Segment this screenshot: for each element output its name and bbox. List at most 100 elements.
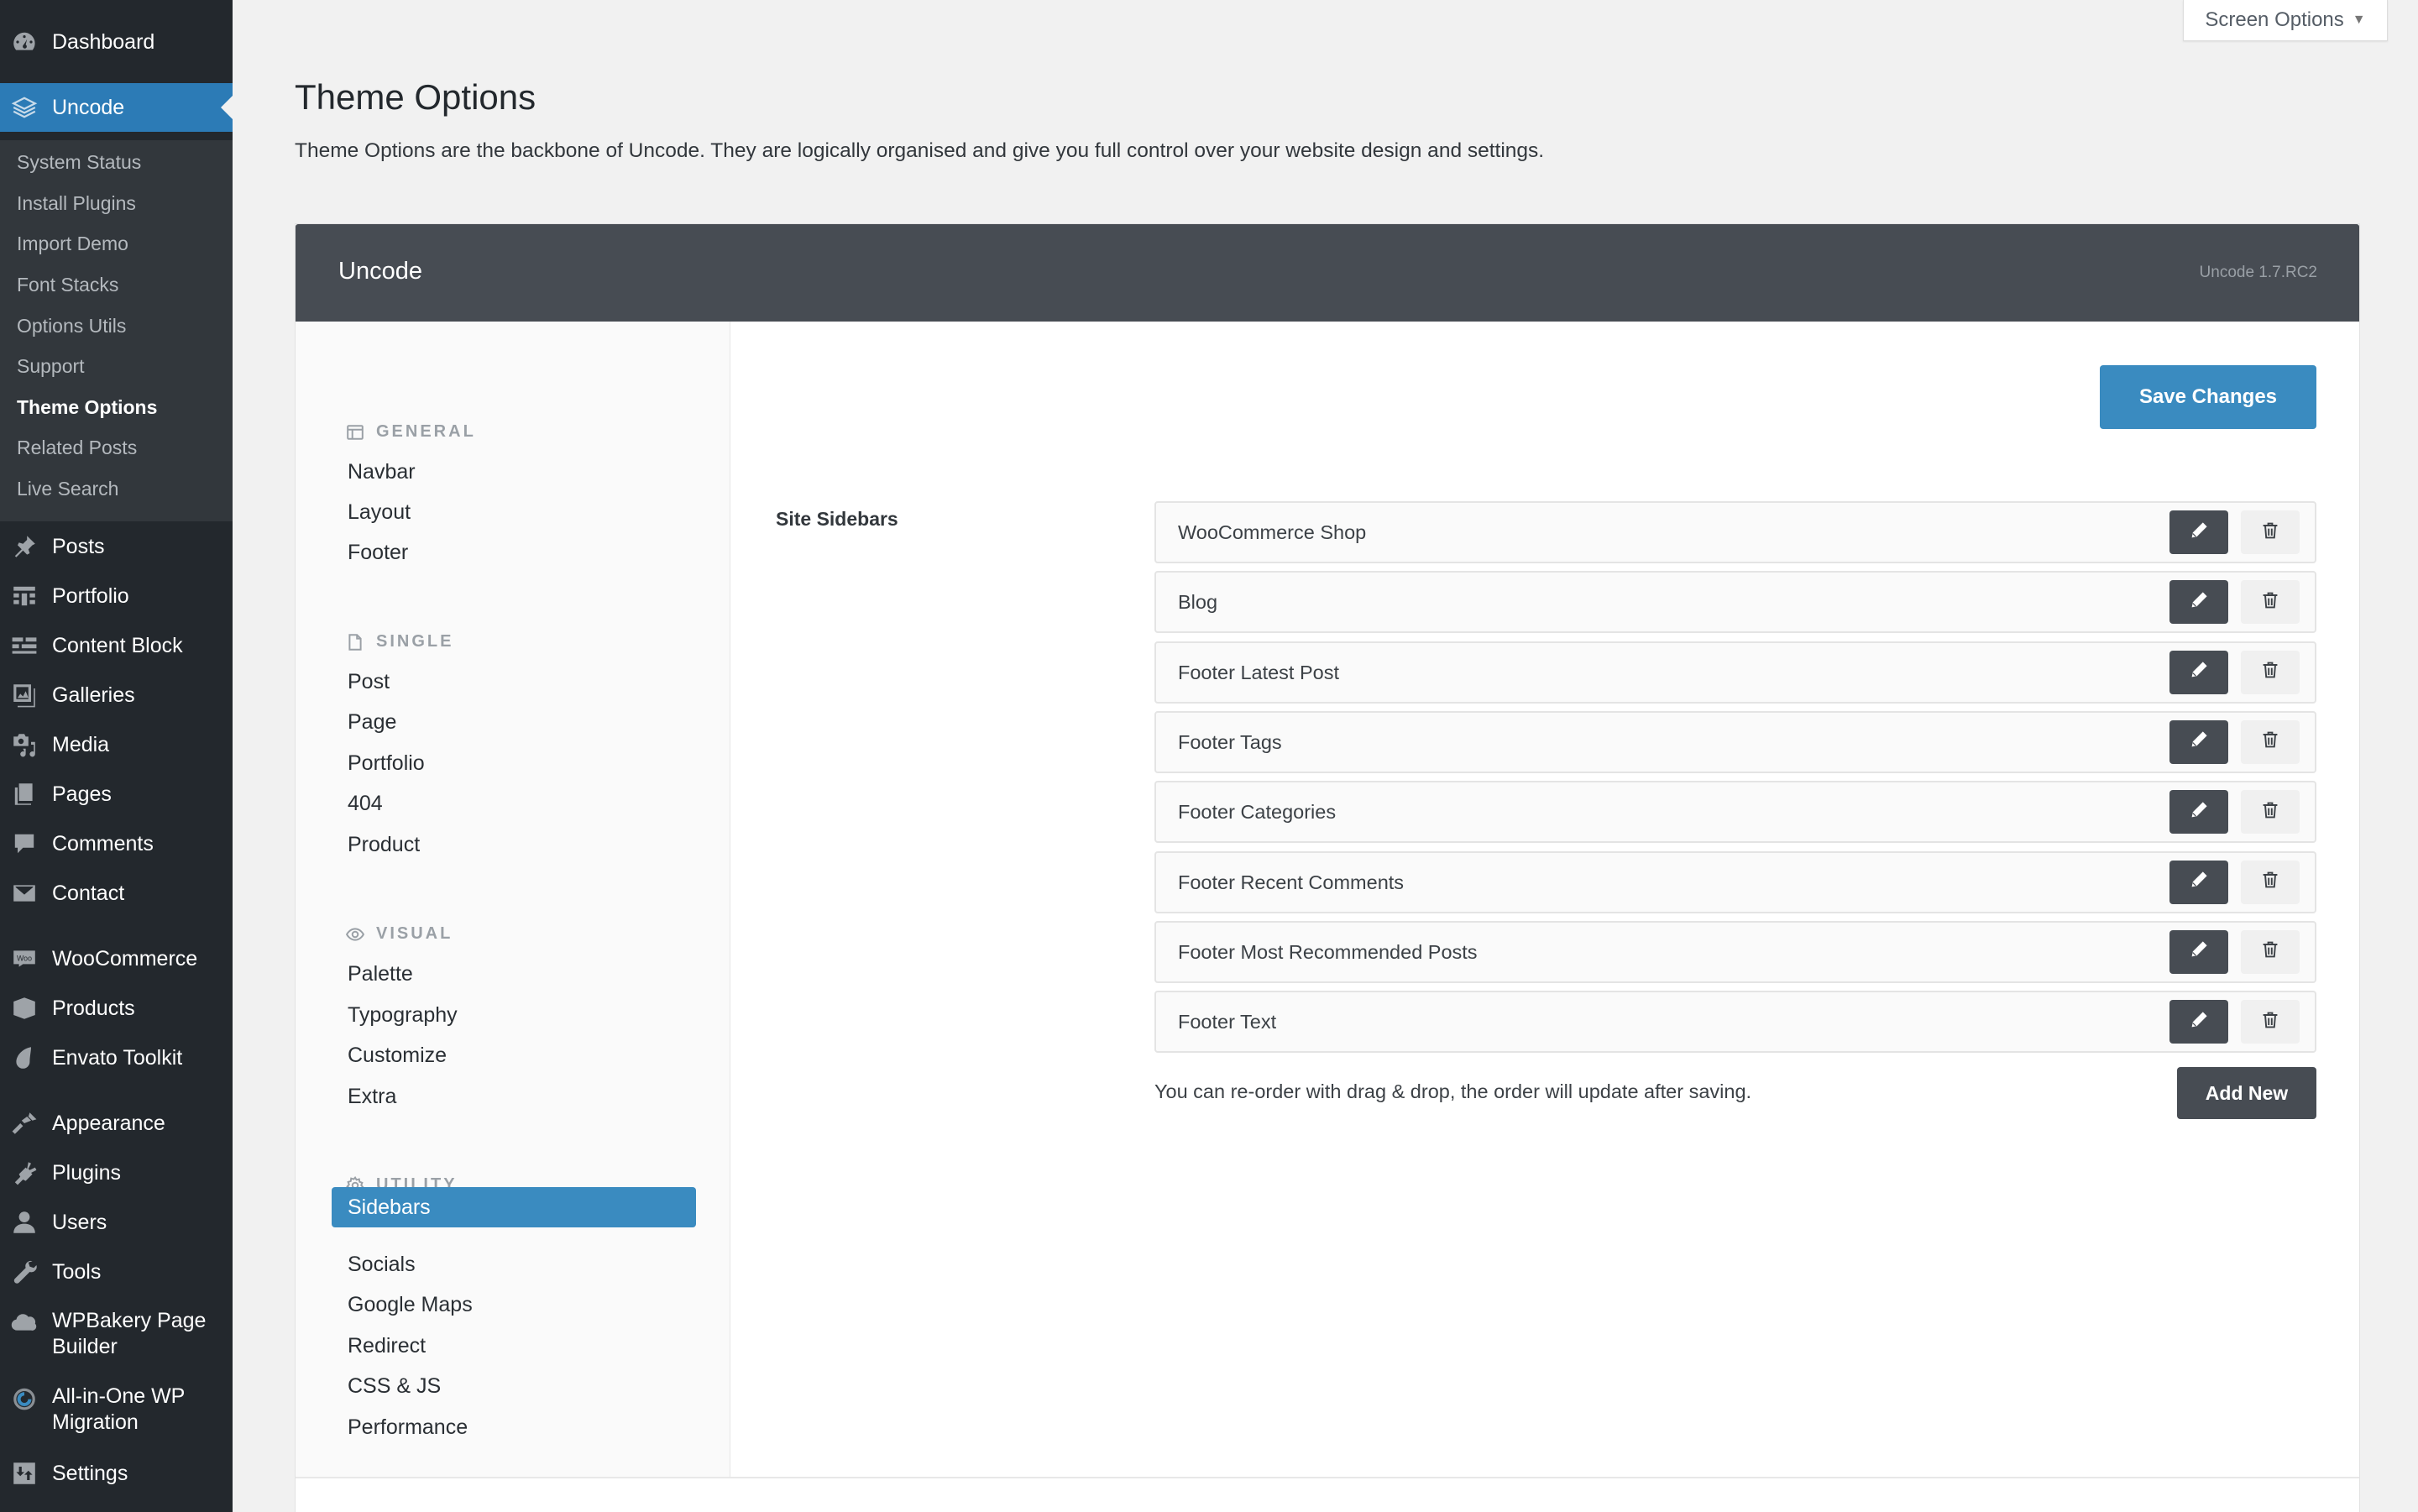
sidebar-row[interactable]: Footer Recent Comments — [1154, 850, 2316, 913]
nav-link-customize[interactable]: Customize — [348, 1044, 447, 1068]
menu-item-media[interactable]: Media — [0, 730, 233, 759]
nav-heading-label: GENERAL — [376, 422, 476, 441]
menu-item-content-block[interactable]: Content Block — [0, 631, 233, 660]
delete-sidebar-button[interactable] — [2241, 719, 2300, 764]
nav-link-socials[interactable]: Socials — [348, 1253, 416, 1277]
delete-sidebar-button[interactable] — [2241, 860, 2300, 904]
nav-link-performance[interactable]: Performance — [348, 1415, 468, 1440]
add-new-button[interactable]: Add New — [2177, 1067, 2316, 1119]
sidebar-row[interactable]: Footer Most Recommended Posts — [1154, 920, 2316, 983]
submenu-item[interactable]: Live Search — [17, 478, 118, 500]
delete-sidebar-button[interactable] — [2241, 580, 2300, 625]
menu-item-portfolio[interactable]: Portfolio — [0, 582, 233, 610]
screen-options-button[interactable]: Screen Options ▼ — [2183, 0, 2388, 41]
nav-link-layout[interactable]: Layout — [348, 500, 411, 525]
edit-sidebar-button[interactable] — [2169, 1000, 2228, 1044]
panel-header: Uncode Uncode 1.7.RC2 — [296, 224, 2359, 322]
menu-item-all-in-one-migration[interactable]: All-in-One WP Migration — [0, 1384, 233, 1436]
menu-label: Pages — [52, 782, 112, 806]
sidebar-name: Footer Text — [1178, 1011, 1277, 1033]
nav-link-google-maps[interactable]: Google Maps — [348, 1293, 473, 1317]
menu-item-posts[interactable]: Posts — [0, 532, 233, 561]
sidebar-row[interactable]: Footer Categories — [1154, 781, 2316, 844]
submenu-item[interactable]: Install Plugins — [17, 192, 136, 215]
edit-sidebar-button[interactable] — [2169, 790, 2228, 834]
woo-icon: Woo — [10, 944, 39, 973]
sidebar-row[interactable]: Blog — [1154, 571, 2316, 634]
edit-sidebar-button[interactable] — [2169, 929, 2228, 974]
menu-label: All-in-One WP Migration — [52, 1384, 185, 1434]
trash-svg — [2263, 732, 2278, 748]
menu-item-envato-toolkit[interactable]: Envato Toolkit — [0, 1044, 233, 1072]
menu-item-appearance[interactable]: Appearance — [0, 1109, 233, 1138]
nav-link-redirect[interactable]: Redirect — [348, 1334, 426, 1358]
delete-sidebar-button[interactable] — [2241, 790, 2300, 834]
sidebar-row[interactable]: Footer Tags — [1154, 710, 2316, 773]
delete-sidebar-button[interactable] — [2241, 929, 2300, 974]
pencil-svg — [2191, 521, 2207, 537]
delete-sidebar-button[interactable] — [2241, 1000, 2300, 1044]
nav-link-portfolio[interactable]: Portfolio — [348, 751, 425, 776]
nav-link-product[interactable]: Product — [348, 833, 420, 857]
nav-link-typography[interactable]: Typography — [348, 1003, 458, 1028]
nav-link-post[interactable]: Post — [348, 670, 390, 694]
sidebar-row[interactable]: Footer Text — [1154, 991, 2316, 1054]
submenu-item[interactable]: Font Stacks — [17, 274, 118, 296]
sidebar-name: Footer Categories — [1178, 801, 1337, 824]
submenu-item[interactable]: System Status — [17, 151, 141, 174]
box-icon — [10, 994, 39, 1023]
sidebar-row[interactable]: WooCommerce Shop — [1154, 501, 2316, 563]
edit-sidebar-button[interactable] — [2169, 650, 2228, 694]
cloud-icon — [10, 1308, 39, 1337]
delete-sidebar-button[interactable] — [2241, 510, 2300, 554]
nav-link-css-js[interactable]: CSS & JS — [348, 1374, 441, 1399]
submenu-item[interactable]: Options Utils — [17, 315, 126, 337]
pencil-svg — [2191, 662, 2207, 678]
menu-item-tools[interactable]: Tools — [0, 1258, 233, 1286]
edit-sidebar-button[interactable] — [2169, 719, 2228, 764]
menu-item-plugins[interactable]: Plugins — [0, 1159, 233, 1187]
menu-item-products[interactable]: Products — [0, 994, 233, 1023]
reorder-hint: You can re-order with drag & drop, the o… — [1154, 1080, 1752, 1102]
submenu-item-active[interactable]: Theme Options — [17, 396, 157, 419]
trash-svg — [2263, 592, 2278, 609]
menu-item-uncode[interactable]: Uncode — [0, 83, 233, 132]
menu-item-settings[interactable]: Settings — [0, 1459, 233, 1488]
nav-link-extra[interactable]: Extra — [348, 1085, 396, 1109]
edit-sidebar-button[interactable] — [2169, 860, 2228, 904]
portfolio-icon — [10, 582, 39, 610]
save-changes-button[interactable]: Save Changes — [2100, 365, 2316, 429]
sidebar-name: Footer Tags — [1178, 730, 1282, 753]
submenu-item[interactable]: Related Posts — [17, 437, 137, 459]
menu-item-wpbakery[interactable]: WPBakery Page Builder — [0, 1308, 233, 1360]
edit-sidebar-button[interactable] — [2169, 580, 2228, 625]
file-icon — [348, 633, 362, 651]
menu-item-comments[interactable]: Comments — [0, 829, 233, 858]
submenu-item[interactable]: Support — [17, 355, 85, 378]
menu-item-dashboard[interactable]: Dashboard — [0, 28, 233, 56]
settings-icon — [10, 1459, 39, 1488]
trash-icon — [2260, 1010, 2280, 1034]
menu-item-users[interactable]: Users — [0, 1208, 233, 1237]
nav-link-sidebars-active[interactable]: Sidebars — [332, 1187, 696, 1227]
menu-item-pages[interactable]: Pages — [0, 780, 233, 808]
nav-link-palette[interactable]: Palette — [348, 962, 413, 986]
menu-item-contact[interactable]: Contact — [0, 879, 233, 908]
nav-link-page[interactable]: Page — [348, 710, 396, 735]
submenu-item[interactable]: Import Demo — [17, 233, 128, 255]
nav-heading-label: SINGLE — [376, 632, 454, 651]
menu-item-woocommerce[interactable]: Woo WooCommerce — [0, 944, 233, 973]
nav-link-navbar[interactable]: Navbar — [348, 460, 416, 484]
menu-label: Media — [52, 732, 110, 756]
delete-sidebar-button[interactable] — [2241, 650, 2300, 694]
nav-link-404[interactable]: 404 — [348, 792, 383, 816]
menu-item-galleries[interactable]: Galleries — [0, 681, 233, 709]
menu-label: Uncode — [52, 95, 125, 119]
sidebar-row[interactable]: Footer Latest Post — [1154, 641, 2316, 704]
sidebar-name: Footer Latest Post — [1178, 661, 1340, 683]
nav-heading-single: SINGLE — [346, 632, 453, 651]
sidebar-name: Footer Recent Comments — [1178, 871, 1405, 893]
nav-link-footer[interactable]: Footer — [348, 541, 408, 565]
edit-sidebar-button[interactable] — [2169, 510, 2228, 554]
trash-icon — [2260, 939, 2280, 964]
